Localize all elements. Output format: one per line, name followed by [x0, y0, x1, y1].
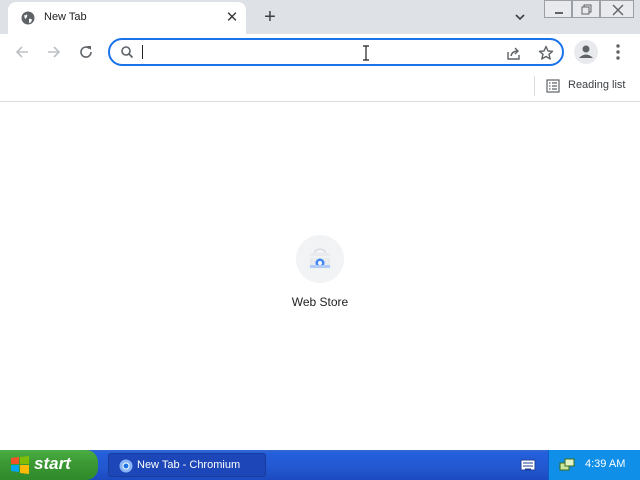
reload-icon[interactable] [74, 41, 98, 63]
taskbar-item-label: New Tab - Chromium [137, 459, 241, 471]
close-window-icon[interactable] [600, 0, 634, 18]
globe-icon [21, 11, 35, 25]
star-icon[interactable] [536, 43, 556, 63]
web-store-icon [296, 235, 344, 283]
forward-icon[interactable] [42, 41, 66, 63]
share-icon[interactable] [504, 43, 524, 63]
text-caret [142, 45, 143, 59]
shortcut-label: Web Store [291, 295, 349, 309]
taskbar: start New Tab - Chromium 4:39 AM [0, 450, 640, 480]
restore-icon[interactable] [572, 0, 600, 18]
bookmarks-separator [534, 76, 535, 96]
tab-new-tab[interactable]: New Tab ✕ [8, 2, 246, 34]
reading-list-icon [546, 79, 560, 93]
search-icon [121, 46, 134, 59]
back-icon[interactable] [10, 41, 34, 63]
address-bar[interactable] [108, 38, 564, 66]
network-icon[interactable] [559, 457, 575, 473]
close-icon[interactable]: ✕ [224, 10, 240, 26]
browser-window: New Tab ✕ + Reading list Web Store [0, 0, 640, 450]
kebab-menu-icon[interactable] [610, 41, 626, 63]
chevron-down-icon[interactable] [510, 8, 530, 26]
reading-list-button[interactable]: Reading list [544, 76, 634, 96]
clock: 4:39 AM [585, 458, 626, 470]
keyboard-icon[interactable] [520, 458, 536, 472]
minimize-icon[interactable] [544, 0, 572, 18]
ibeam-cursor-icon [363, 45, 369, 61]
tab-strip: New Tab ✕ + [0, 0, 640, 34]
reading-list-label: Reading list [568, 79, 626, 91]
tab-title: New Tab [44, 11, 87, 23]
toolbar [0, 34, 640, 70]
profile-icon[interactable] [574, 40, 598, 64]
plus-icon[interactable]: + [258, 5, 282, 29]
shortcut-tile-web-store[interactable]: Web Store [280, 231, 360, 311]
new-tab-page: Web Store [0, 103, 640, 450]
bookmarks-bar: Reading list [0, 70, 640, 102]
taskbar-item-chromium[interactable]: New Tab - Chromium [108, 453, 266, 477]
chromium-icon [119, 459, 133, 473]
omnibox-input[interactable] [140, 43, 496, 61]
start-button[interactable]: start [0, 450, 98, 480]
system-tray: 4:39 AM [548, 450, 640, 480]
windows-logo-icon [11, 456, 29, 474]
start-label: start [34, 454, 71, 473]
